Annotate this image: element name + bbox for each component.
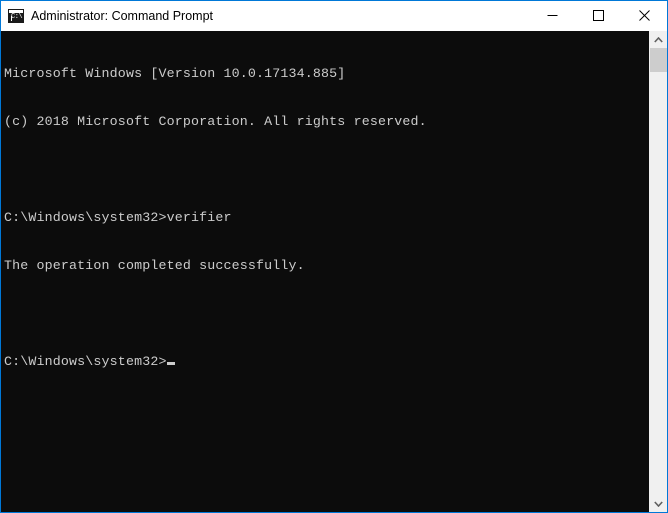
console-line: The operation completed successfully. bbox=[4, 258, 305, 273]
console-line: Microsoft Windows [Version 10.0.17134.88… bbox=[4, 66, 346, 81]
window-controls bbox=[529, 1, 667, 30]
maximize-button[interactable] bbox=[575, 1, 621, 30]
minimize-button[interactable] bbox=[529, 1, 575, 30]
console-icon-glyph: C:\ bbox=[11, 12, 23, 21]
console-output[interactable]: Microsoft Windows [Version 10.0.17134.88… bbox=[1, 31, 649, 512]
title-bar[interactable]: C:\ Administrator: Command Prompt bbox=[1, 1, 667, 31]
scrollbar-track[interactable] bbox=[650, 48, 667, 495]
console-line: C:\Windows\system32>verifier bbox=[4, 210, 232, 225]
close-button[interactable] bbox=[621, 1, 667, 30]
title-bar-left: C:\ Administrator: Command Prompt bbox=[1, 8, 529, 23]
console-prompt: C:\Windows\system32> bbox=[4, 354, 167, 369]
console-line: (c) 2018 Microsoft Corporation. All righ… bbox=[4, 114, 427, 129]
scroll-thumb[interactable] bbox=[650, 48, 667, 72]
chevron-down-icon bbox=[654, 500, 663, 507]
console-cursor bbox=[166, 362, 175, 365]
close-icon bbox=[638, 10, 650, 21]
vertical-scrollbar[interactable] bbox=[649, 31, 667, 512]
console-prompt-line: C:\Windows\system32> bbox=[4, 354, 649, 370]
window-title: Administrator: Command Prompt bbox=[31, 8, 214, 23]
chevron-up-icon bbox=[654, 36, 663, 43]
scroll-up-button[interactable] bbox=[650, 31, 667, 48]
minimize-icon bbox=[547, 15, 557, 16]
maximize-icon bbox=[592, 10, 604, 21]
command-prompt-window: C:\ Administrator: Command Prompt Micros… bbox=[0, 0, 668, 513]
scroll-down-button[interactable] bbox=[650, 495, 667, 512]
console-icon: C:\ bbox=[8, 8, 24, 23]
console-area[interactable]: Microsoft Windows [Version 10.0.17134.88… bbox=[1, 31, 667, 512]
